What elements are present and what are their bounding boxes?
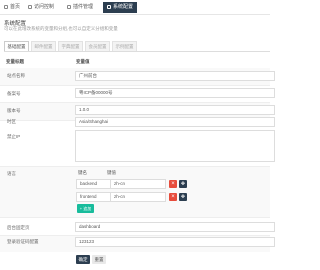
tab-example-config[interactable]: 示例配置 bbox=[112, 41, 137, 51]
gear-icon bbox=[107, 5, 111, 9]
login-captcha-input[interactable]: 123123 bbox=[75, 237, 275, 247]
timezone-input[interactable]: Asia/Shanghai bbox=[75, 117, 275, 127]
config-tabs: 基础配置 邮件配置 字典配置 会员配置 示例配置 bbox=[4, 39, 270, 52]
tab-dict-config[interactable]: 字典配置 bbox=[58, 41, 83, 51]
reset-button[interactable]: 重置 bbox=[92, 255, 106, 264]
dict-value-input[interactable]: zh-cn bbox=[110, 192, 166, 202]
column-header-title: 变量标题 bbox=[6, 59, 24, 64]
banned-ip-label: 禁止IP bbox=[7, 134, 21, 139]
drag-row-button[interactable]: ✥ bbox=[179, 193, 187, 201]
beian-label: 备案号 bbox=[7, 91, 21, 96]
group-icon bbox=[28, 5, 32, 9]
tab-email-config[interactable]: 邮件配置 bbox=[31, 41, 56, 51]
tab-access-control-label: 访问控制 bbox=[34, 4, 55, 10]
page-description: 可以在此增改系统的变量和分组,也可以自定义分组和变量 bbox=[4, 26, 118, 31]
tab-plugin-manager-label: 插件管理 bbox=[73, 4, 94, 10]
version-label: 版本号 bbox=[7, 108, 21, 113]
login-captcha-label: 登录验证码配置 bbox=[7, 239, 39, 244]
tab-user-config[interactable]: 会员配置 bbox=[85, 41, 110, 51]
top-tab-bar: 首页 访问控制 插件管理 系统配置 bbox=[0, 0, 270, 15]
tab-access-control[interactable]: 访问控制 bbox=[28, 3, 54, 12]
dashboard-icon bbox=[4, 5, 8, 9]
append-row-button[interactable]: + 追加 bbox=[77, 204, 94, 213]
banned-ip-textarea[interactable] bbox=[75, 130, 275, 162]
timezone-label: 时区 bbox=[7, 119, 16, 124]
tab-home[interactable]: 首页 bbox=[4, 3, 20, 12]
version-input[interactable]: 1.0.0 bbox=[75, 105, 275, 115]
beian-input[interactable]: 粤ICP备00000号 bbox=[75, 88, 275, 98]
divider bbox=[0, 217, 270, 218]
tab-home-label: 首页 bbox=[10, 4, 21, 10]
dict-value-input[interactable]: zh-cn bbox=[110, 179, 166, 189]
fixed-page-input[interactable]: dashboard bbox=[75, 222, 275, 232]
close-icon: × bbox=[171, 194, 175, 200]
column-header-value: 变量值 bbox=[76, 59, 90, 64]
fixed-page-label: 后台固定页 bbox=[7, 225, 30, 230]
language-label: 语言 bbox=[7, 171, 16, 176]
drag-row-button[interactable]: ✥ bbox=[179, 180, 187, 188]
move-icon: ✥ bbox=[180, 194, 186, 200]
remove-row-button[interactable]: × bbox=[169, 193, 177, 201]
dict-value-header: 键值 bbox=[107, 170, 116, 175]
rocket-icon bbox=[67, 5, 71, 9]
site-name-input[interactable]: 广州前台 bbox=[75, 71, 275, 81]
divider bbox=[0, 85, 270, 86]
site-name-label: 站点名称 bbox=[7, 73, 25, 78]
close-icon: × bbox=[171, 181, 175, 187]
move-icon: ✥ bbox=[180, 181, 186, 187]
tab-plugin-manager[interactable]: 插件管理 bbox=[67, 3, 93, 12]
submit-button[interactable]: 确定 bbox=[76, 255, 90, 264]
dict-key-header: 键名 bbox=[78, 170, 87, 175]
remove-row-button[interactable]: × bbox=[169, 180, 177, 188]
tab-system-config-label: 系统配置 bbox=[113, 4, 134, 10]
tab-basic-config[interactable]: 基础配置 bbox=[4, 41, 29, 51]
tab-system-config[interactable]: 系统配置 bbox=[103, 2, 138, 13]
